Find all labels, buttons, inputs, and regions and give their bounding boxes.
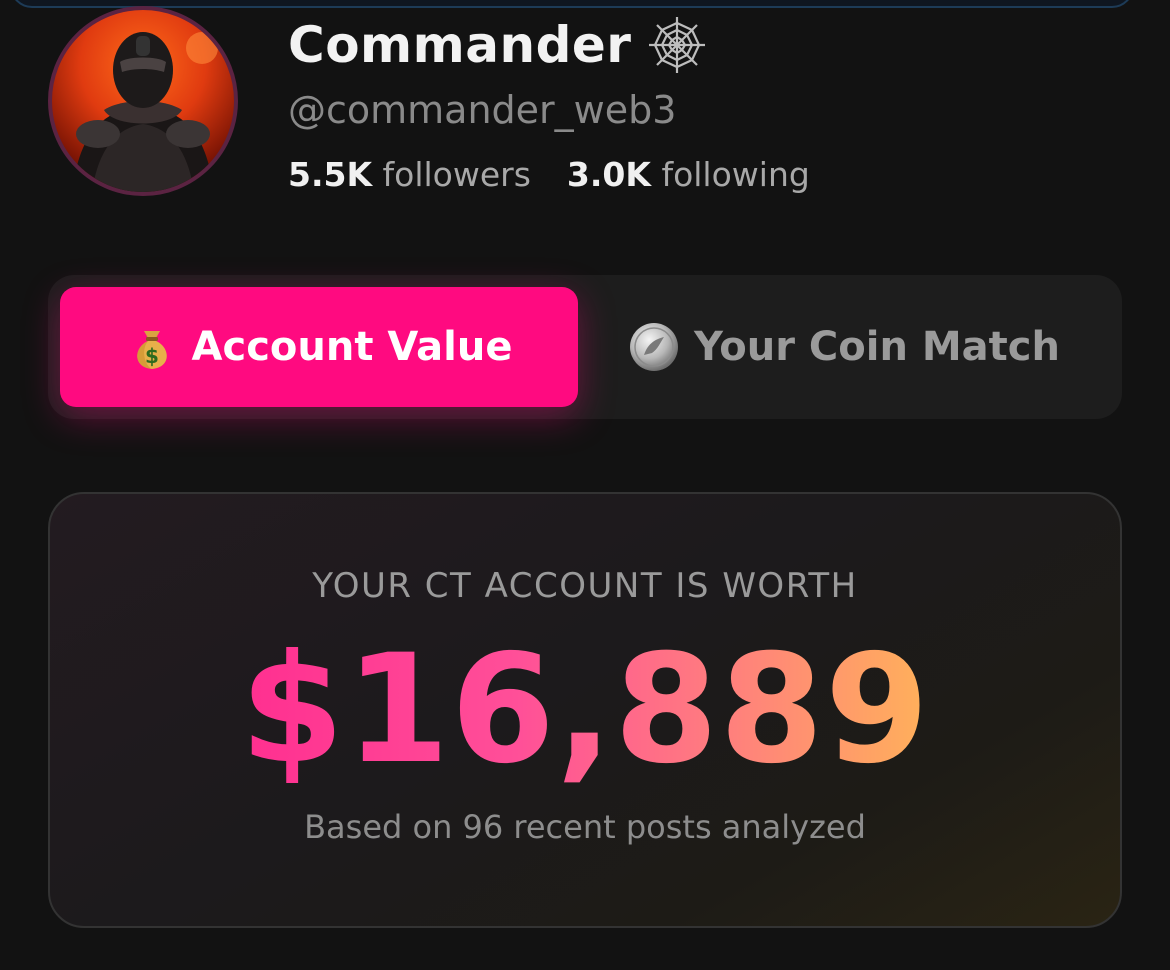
tab-account-value-label: Account Value [191, 324, 513, 370]
avatar[interactable] [48, 6, 238, 196]
svg-text:$: $ [145, 344, 159, 368]
follow-stats: 5.5K followers 3.0K following [288, 155, 810, 194]
view-tabs: $ Account Value Your Coin Match [48, 275, 1122, 419]
followers-stat[interactable]: 5.5K followers [288, 155, 531, 194]
card-subtext: Based on 96 recent posts analyzed [304, 808, 866, 846]
money-bag-icon: $ [136, 331, 167, 369]
account-value: $16,889 [0, 630, 1170, 790]
following-label: following [661, 155, 810, 194]
user-handle: @commander_web3 [288, 88, 677, 132]
tab-account-value[interactable]: $ Account Value [60, 287, 578, 407]
followers-label: followers [382, 155, 531, 194]
silver-coin-icon [630, 323, 679, 371]
previous-card-edge [10, 0, 1134, 8]
following-count: 3.0K [566, 155, 651, 194]
profile-page: Commander @commander_web3 5.5K followers… [0, 0, 1170, 970]
following-stat[interactable]: 3.0K following [567, 155, 810, 194]
spider-web-icon [649, 17, 706, 73]
followers-count: 5.5K [288, 155, 373, 194]
tab-coin-match[interactable]: Your Coin Match [578, 287, 1110, 407]
name-row: Commander [288, 10, 709, 80]
account-value-amount: $16,889 [239, 623, 931, 797]
armored-figure-icon [72, 32, 218, 192]
tab-coin-match-label: Your Coin Match [694, 324, 1060, 370]
display-name: Commander [288, 16, 632, 74]
card-label: YOUR CT ACCOUNT IS WORTH [312, 566, 858, 606]
